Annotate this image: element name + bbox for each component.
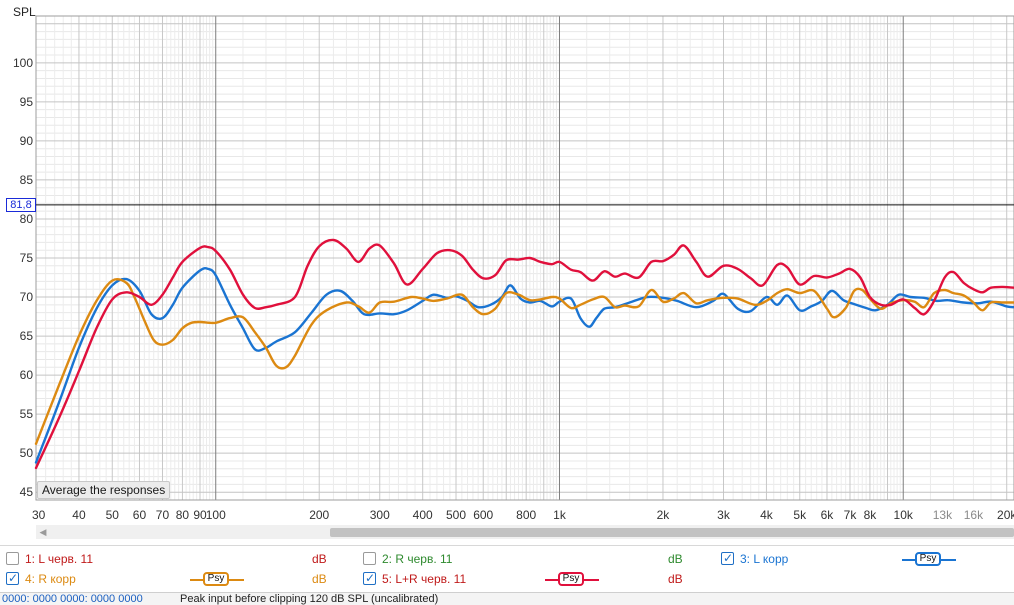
y-tick-label: 45 (20, 485, 34, 499)
average-responses-button[interactable]: Average the responses (37, 481, 171, 499)
x-tick-label: 600 (473, 508, 493, 522)
legend-label-1[interactable]: 1: L черв. 11 (25, 550, 93, 568)
x-tick-label: 50 (106, 508, 120, 522)
x-tick-label: 16k (964, 508, 984, 522)
cursor-readout[interactable]: 81,8 (6, 197, 36, 212)
legend-checkbox-5[interactable] (363, 570, 376, 586)
x-tick-label: 2k (657, 508, 671, 522)
x-tick-label: 4k (760, 508, 774, 522)
y-tick-label: 60 (20, 368, 34, 382)
psy-box-3: Psy (915, 552, 941, 566)
x-tick-label: 7k (844, 508, 858, 522)
y-axis-title: SPL (13, 5, 36, 19)
x-tick-label: 30 (32, 508, 46, 522)
status-right: Peak input before clipping 120 dB SPL (u… (180, 593, 439, 605)
psy-button-4[interactable]: Psy (190, 571, 244, 589)
y-tick-label: 95 (20, 95, 34, 109)
legend-label-3[interactable]: 3: L корр (740, 550, 788, 568)
x-tick-label: 800 (516, 508, 536, 522)
x-tick-label: 5k (793, 508, 807, 522)
x-tick-label: 40 (72, 508, 86, 522)
psy-box-4: Psy (203, 572, 229, 586)
legend-db-5: dB (668, 572, 683, 586)
y-tick-label: 65 (20, 329, 34, 343)
legend-label-4[interactable]: 4: R корр (25, 570, 76, 588)
x-tick-label: 10k (894, 508, 914, 522)
spl-chart: 455055606570758085909510030 40 50 60 70 80 90 1… (13, 5, 1014, 522)
psy-button-5[interactable]: Psy (545, 571, 599, 589)
x-tick-label: 1k (553, 508, 567, 522)
y-tick-label: 75 (20, 251, 34, 265)
legend-db-1: dB (312, 552, 327, 566)
y-tick-label: 70 (20, 290, 34, 304)
status-left: 0000: 0000 0000: 0000 0000 (2, 593, 143, 605)
legend-db-2: dB (668, 552, 683, 566)
x-tick-label: 500 (446, 508, 466, 522)
legend-checkbox-1[interactable] (6, 552, 19, 565)
scrollbar-thumb[interactable] (330, 528, 1014, 537)
psy-button-3[interactable]: Psy (902, 551, 956, 569)
psy-box-5: Psy (558, 572, 584, 586)
x-tick-label: 20k (997, 508, 1014, 522)
legend-checkbox-4[interactable] (6, 570, 19, 586)
x-tick-label: 8k (864, 508, 878, 522)
x-tick-label: 6k (821, 508, 835, 522)
y-tick-label: 55 (20, 407, 34, 421)
x-tick-label: 70 (156, 508, 170, 522)
scroll-left-icon[interactable]: ◀ (36, 525, 50, 539)
x-tick-label: 3k (717, 508, 731, 522)
legend-db-4: dB (312, 572, 327, 586)
y-tick-label: 80 (20, 212, 34, 226)
x-tick-label: 80 (176, 508, 190, 522)
x-tick-label: 200 (309, 508, 329, 522)
y-tick-label: 85 (20, 173, 34, 187)
x-tick-label: 300 (370, 508, 390, 522)
x-tick-label: 400 (413, 508, 433, 522)
legend-checkbox-3[interactable] (721, 550, 734, 566)
horizontal-scrollbar[interactable]: ◀ (36, 525, 1014, 539)
x-tick-label: 13k (933, 508, 953, 522)
legend-checkbox-2[interactable] (363, 552, 376, 565)
x-tick-label: 60 (133, 508, 147, 522)
y-tick-label: 90 (20, 134, 34, 148)
status-bar: 0000: 0000 0000: 0000 0000 Peak input be… (0, 592, 1014, 605)
legend-label-5[interactable]: 5: L+R черв. 11 (382, 570, 466, 588)
legend-label-2[interactable]: 2: R черв. 11 (382, 550, 452, 568)
y-tick-label: 50 (20, 446, 34, 460)
y-tick-label: 100 (13, 56, 33, 70)
x-tick-label: 100 (206, 508, 226, 522)
legend-panel: 1: L черв. 11 dB 2: R черв. 11 dB 3: L к… (0, 545, 1014, 592)
